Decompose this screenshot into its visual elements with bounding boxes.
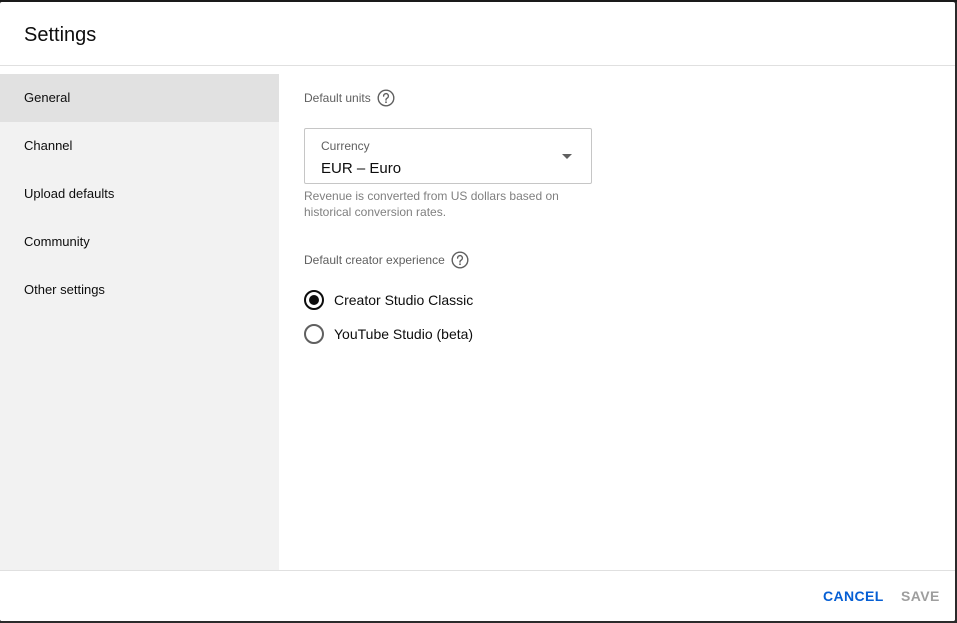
radio-unchecked-icon[interactable]: [304, 324, 324, 344]
currency-select[interactable]: Currency EUR – Euro: [304, 128, 592, 184]
settings-dialog: Settings General Channel Upload defaults…: [0, 2, 955, 621]
creator-experience-label: Default creator experience: [304, 253, 445, 267]
radio-label: YouTube Studio (beta): [334, 326, 474, 342]
dialog-title: Settings: [24, 24, 97, 46]
sidebar-item-community[interactable]: Community: [0, 218, 279, 266]
question-circle-icon[interactable]: [451, 251, 469, 269]
currency-helper-text: Revenue is converted from US dollars bas…: [304, 189, 559, 219]
dialog-header: Settings: [0, 2, 955, 66]
question-circle-icon[interactable]: [377, 89, 395, 107]
radio-option-creator-studio-classic[interactable]: Creator Studio Classic: [304, 290, 473, 310]
default-units-heading: Default units: [304, 89, 395, 107]
sidebar-item-other-settings[interactable]: Other settings: [0, 266, 279, 314]
sidebar-item-upload-defaults[interactable]: Upload defaults: [0, 170, 279, 218]
radio-checked-icon[interactable]: [304, 290, 324, 310]
radio-option-youtube-studio-beta[interactable]: YouTube Studio (beta): [304, 324, 473, 344]
save-button[interactable]: SAVE: [901, 588, 940, 604]
dialog-footer: CANCEL SAVE: [0, 570, 955, 621]
caret-down-icon: [562, 154, 572, 159]
radio-label: Creator Studio Classic: [334, 292, 474, 308]
currency-select-label: Currency: [321, 139, 370, 153]
settings-sidebar: General Channel Upload defaults Communit…: [0, 74, 279, 570]
currency-select-value: EUR – Euro: [321, 160, 402, 177]
sidebar-item-general[interactable]: General: [0, 74, 279, 122]
cancel-button[interactable]: CANCEL: [823, 588, 884, 604]
default-units-label: Default units: [304, 91, 371, 105]
creator-experience-heading: Default creator experience: [304, 251, 469, 269]
general-settings-panel: Default units Currency EUR – Euro Revenu…: [280, 66, 955, 570]
sidebar-item-channel[interactable]: Channel: [0, 122, 279, 170]
